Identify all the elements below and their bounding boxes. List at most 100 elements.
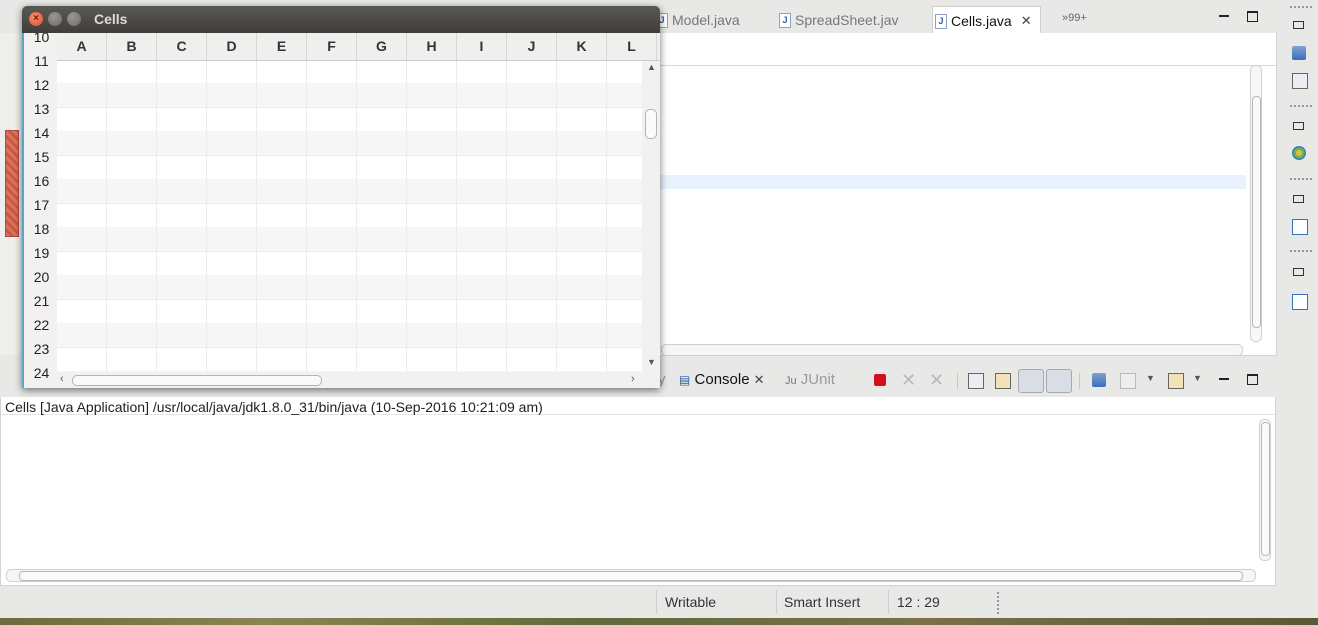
grid-cell[interactable] [457,107,507,131]
grid-cell[interactable] [207,251,257,275]
grid-cell[interactable] [507,61,557,83]
grid-cell[interactable] [57,155,107,179]
grid-cell[interactable] [557,107,607,131]
row-header[interactable]: 14 [24,121,59,145]
grid-cell[interactable] [507,251,557,275]
grid-cell[interactable] [557,251,607,275]
grid-cell[interactable] [107,179,157,203]
row-header[interactable]: 17 [24,193,59,217]
grid-cell[interactable] [257,179,307,203]
grid-cell[interactable] [507,275,557,299]
grid-cell[interactable] [357,227,407,251]
console-horizontal-scrollbar[interactable] [6,569,1256,582]
clear-console-icon[interactable] [968,373,984,389]
scroll-down-icon[interactable]: ▼ [647,357,656,367]
scrollbar-thumb[interactable] [19,571,1243,581]
grid-cell[interactable] [307,131,357,155]
scroll-right-icon[interactable]: › [631,373,635,385]
grid-cell[interactable] [457,275,507,299]
grid-cell[interactable] [607,83,642,107]
grid-cell[interactable] [257,251,307,275]
grid-cell[interactable] [357,251,407,275]
scrollbar-thumb[interactable] [1252,96,1261,328]
grid-cell[interactable] [507,299,557,323]
grid-vertical-scrollbar[interactable]: ▲ ▼ [643,61,659,372]
grid-cell[interactable] [507,131,557,155]
grid-cell[interactable] [57,83,107,107]
grid-cell[interactable] [557,275,607,299]
grid-cell[interactable] [57,347,107,371]
remove-all-terminated-icon[interactable]: ✕ [929,371,944,389]
grid-cell[interactable] [257,203,307,227]
grid-cell[interactable] [107,155,157,179]
restore-icon[interactable] [1293,122,1304,130]
grid-cell[interactable] [407,61,457,83]
grid-cell[interactable] [357,323,407,347]
grid-cell[interactable] [507,203,557,227]
grid-cell[interactable] [207,203,257,227]
scroll-up-icon[interactable]: ▲ [647,62,656,72]
open-console-icon[interactable] [1168,373,1184,389]
minimize-panel-icon[interactable] [1219,378,1229,380]
grid-horizontal-scrollbar[interactable]: ‹ › [57,372,642,388]
tab-spreadsheet-java[interactable]: J SpreadSheet.jav [777,6,899,34]
close-window-button[interactable]: × [29,12,43,26]
grid-cell[interactable] [207,155,257,179]
restore-icon[interactable] [1293,21,1304,29]
grid-cell[interactable] [107,347,157,371]
display-console-icon[interactable] [1120,373,1136,389]
grid-cell[interactable] [407,203,457,227]
grid-cell[interactable] [407,299,457,323]
grid-cell[interactable] [507,227,557,251]
tab-model-java[interactable]: J Model.java [654,6,740,34]
grid-cell[interactable] [57,323,107,347]
grid-cell[interactable] [257,107,307,131]
column-header[interactable]: L [607,33,657,60]
grid-cell[interactable] [257,61,307,83]
grid-cell[interactable] [357,83,407,107]
minimize-editor-icon[interactable] [1219,15,1229,17]
grid-cell[interactable] [457,323,507,347]
editor-area[interactable] [655,33,1277,356]
package-explorer-icon[interactable] [1292,46,1306,60]
row-header[interactable]: 24 [24,361,59,385]
close-tab-icon[interactable]: ✕ [754,372,765,387]
grid-cell[interactable] [607,107,642,131]
column-header[interactable]: E [257,33,307,60]
row-header[interactable]: 22 [24,313,59,337]
grid-cell[interactable] [357,131,407,155]
grid-cell[interactable] [57,251,107,275]
grid-cell[interactable] [407,83,457,107]
grid-cell[interactable] [57,61,107,83]
grid-cell[interactable] [507,323,557,347]
remove-launch-icon[interactable]: ✕ [901,371,916,389]
grid-cell[interactable] [457,155,507,179]
grid-cell[interactable] [607,251,642,275]
grid-cell[interactable] [607,275,642,299]
scrollbar-thumb[interactable] [645,109,657,139]
tab-junit[interactable]: Ju JUnit [785,371,835,388]
grid-cell[interactable] [157,131,207,155]
grid-cell[interactable] [107,299,157,323]
column-header[interactable]: F [307,33,357,60]
grid-cell[interactable] [407,275,457,299]
column-header[interactable]: J [507,33,557,60]
grid-cell[interactable] [307,323,357,347]
row-header[interactable]: 10 [24,33,59,49]
grid-cell[interactable] [407,179,457,203]
grid-cell[interactable] [57,203,107,227]
grid-cell[interactable] [107,251,157,275]
grid-cell[interactable] [107,107,157,131]
grid-cell[interactable] [607,323,642,347]
scrollbar-thumb[interactable] [1261,422,1270,556]
error-marker-strip[interactable] [5,130,19,237]
grid-cell[interactable] [307,251,357,275]
row-header[interactable]: 21 [24,289,59,313]
grid-cell[interactable] [57,131,107,155]
grid-cell[interactable] [257,131,307,155]
grid-cell[interactable] [207,179,257,203]
row-header[interactable]: 19 [24,241,59,265]
row-header[interactable]: 18 [24,217,59,241]
grid-cell[interactable] [157,299,207,323]
grid-cell[interactable] [507,107,557,131]
